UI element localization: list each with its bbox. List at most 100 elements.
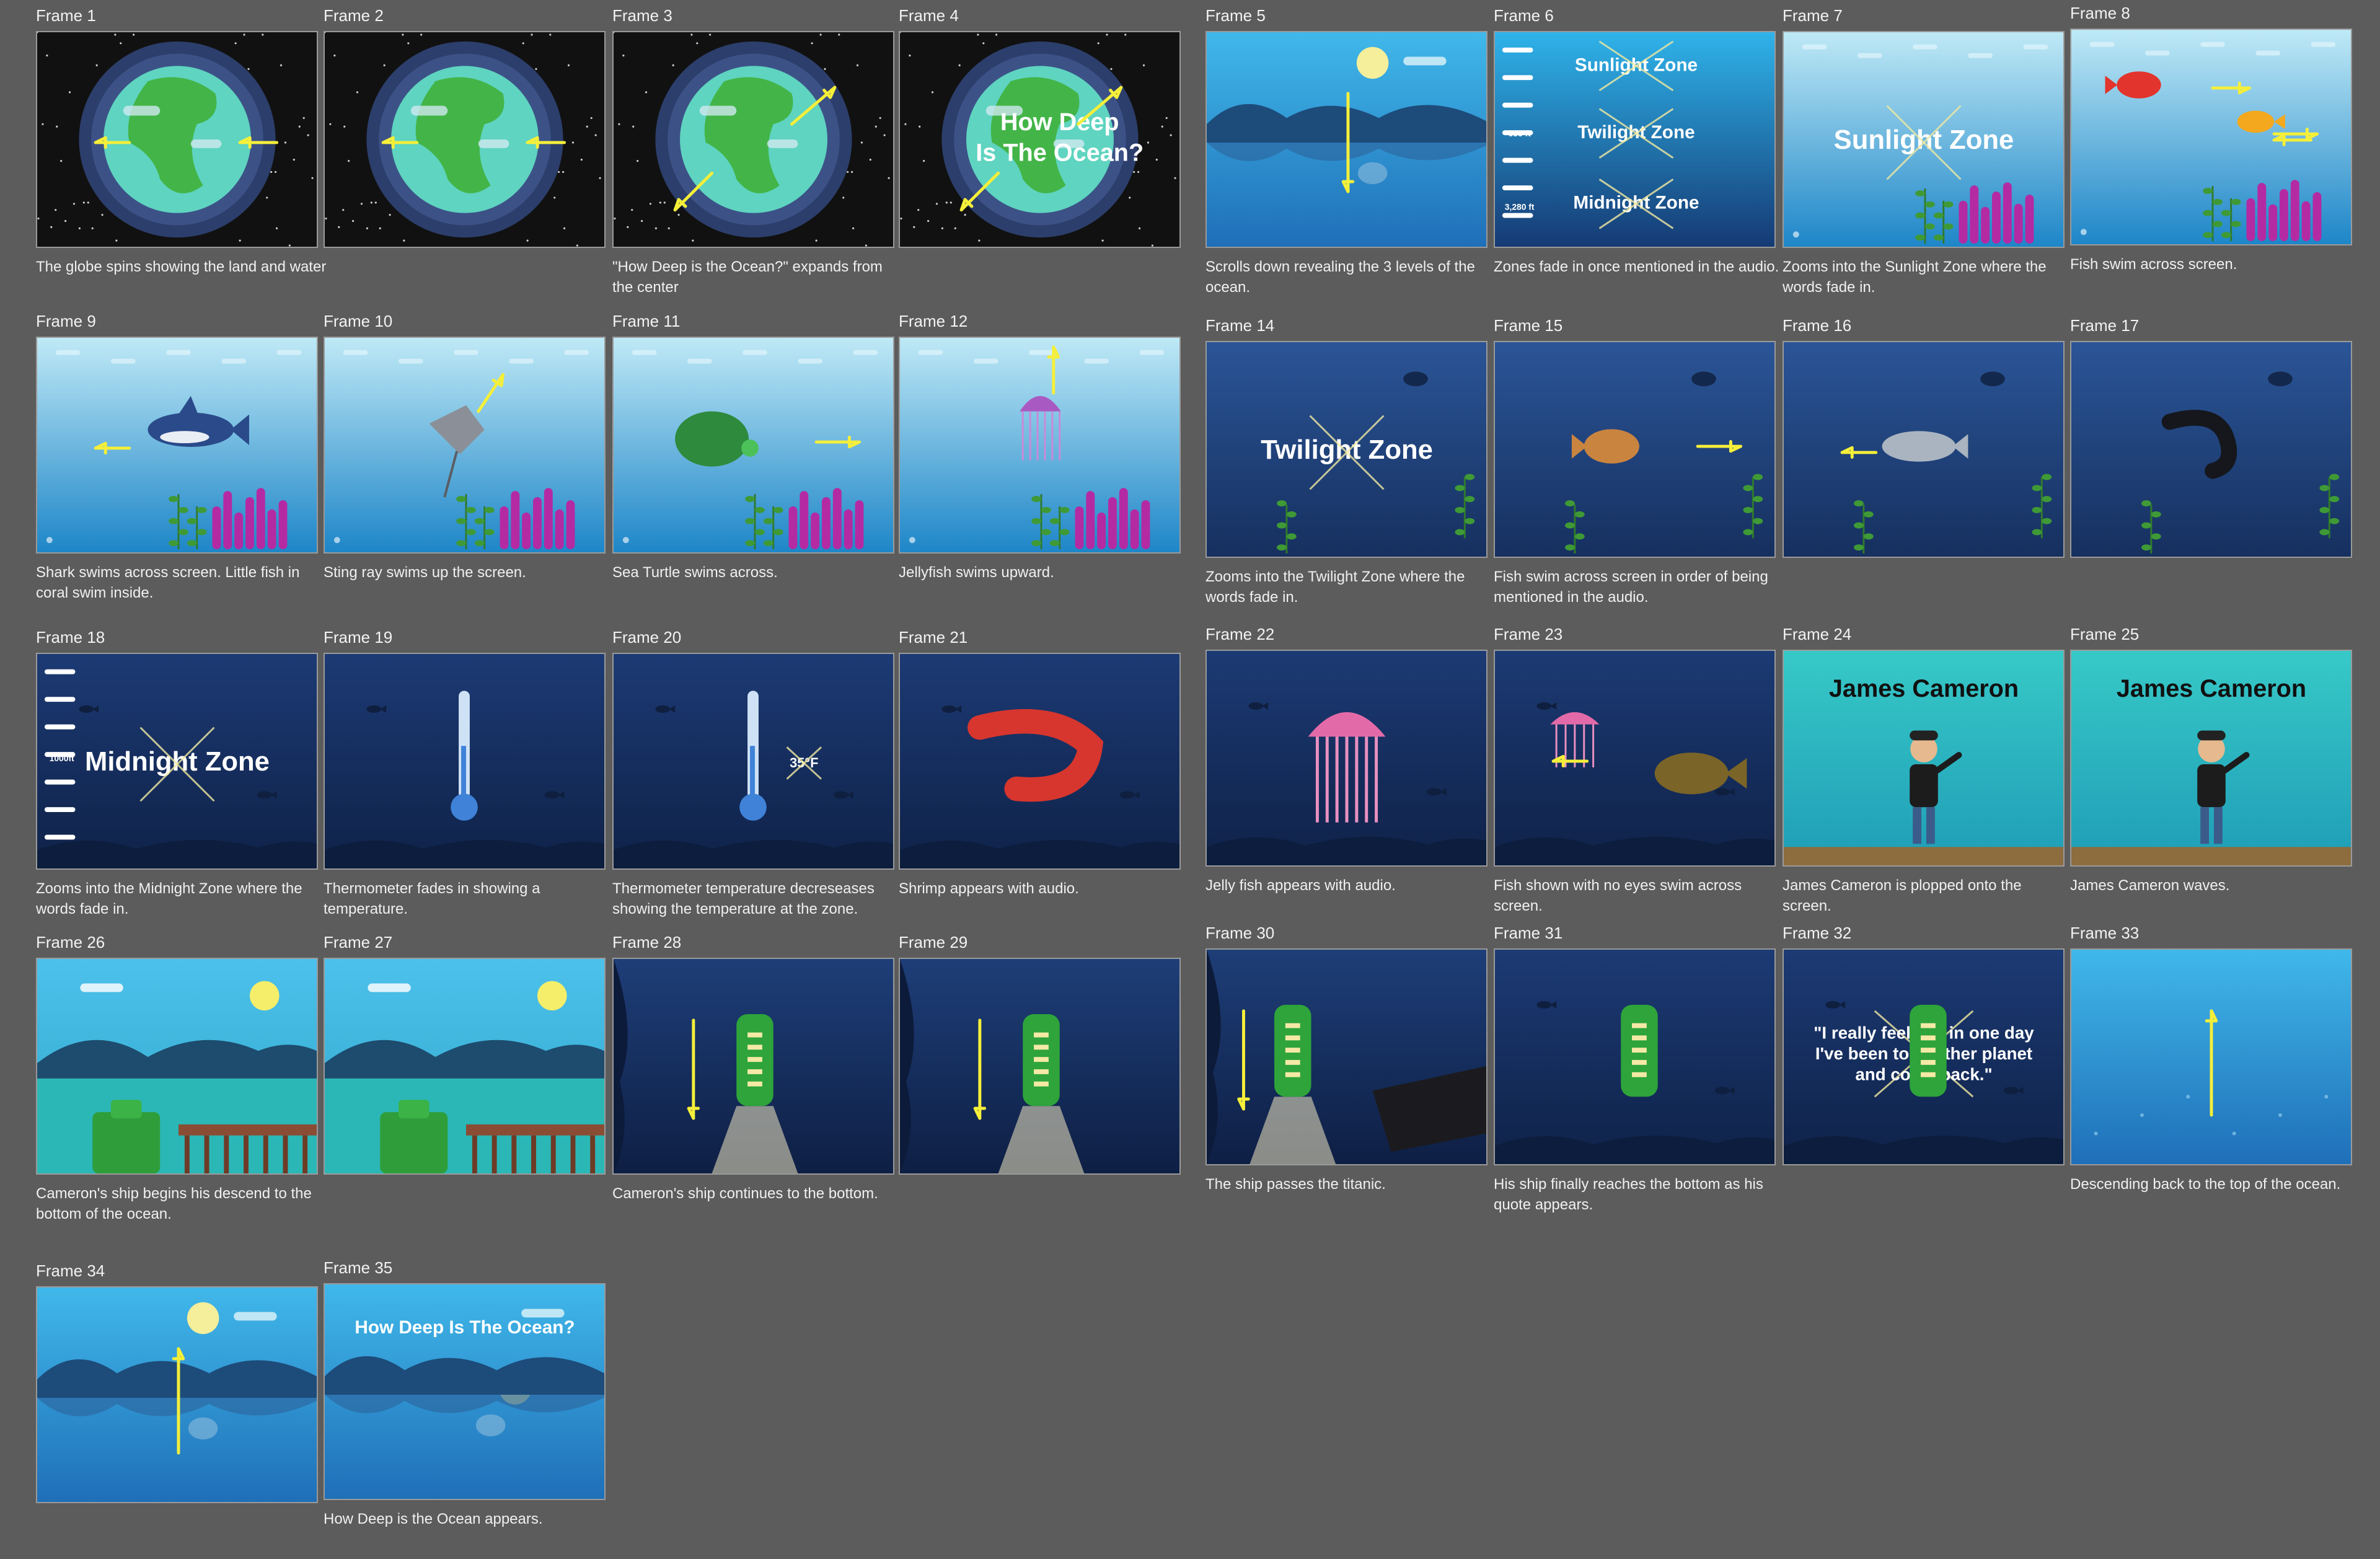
frame-thumbnail: "I really feel like in one dayI've been … xyxy=(1783,948,2065,1165)
frame-thumbnail xyxy=(612,958,894,1175)
storyboard-frame: Frame 28 Cameron's ship continues to the … xyxy=(612,933,904,1230)
storyboard-frame: Frame 1 The globe spins showing the land … xyxy=(36,6,327,304)
storyboard-frame: Frame 18 1000ft Midnight Zone Zooms into th… xyxy=(36,628,327,925)
frame-label: Frame 12 xyxy=(899,312,968,330)
frame-caption: Thermometer temperature decreseases show… xyxy=(612,880,875,917)
frame-label: Frame 1 xyxy=(36,6,96,25)
frame-label: Frame 5 xyxy=(1205,6,1266,25)
frame-thumbnail: Sunlight Zone Twilight Zone Midnight Zone 6… xyxy=(1494,31,1776,248)
depth-marker: 1000ft xyxy=(50,753,74,763)
frame-label: Frame 10 xyxy=(324,312,393,330)
frame-caption: Zooms into the Midnight Zone where the w… xyxy=(36,880,302,917)
storyboard-frame: Frame 27 xyxy=(324,933,615,1230)
storyboard-frame: Frame 32 "I really feel like in one dayI'… xyxy=(1783,924,2074,1221)
storyboard-frame: Frame 25 James Cameron James Cameron waves… xyxy=(2070,625,2361,922)
storyboard-frame: Frame 22 Jelly fish appears with audio. xyxy=(1205,625,1497,922)
frame-thumbnail: How Deep Is The Ocean? xyxy=(899,31,1181,248)
frame-caption: Jelly fish appears with audio. xyxy=(1205,877,1396,894)
depth-marker: 3,280 ft xyxy=(1505,202,1535,212)
overlay-title: Sunlight Zone xyxy=(1834,125,2014,155)
storyboard-frame: Frame 30 The ship passes the titanic. xyxy=(1205,924,1497,1221)
storyboard-frame: Frame 26 Cameron's ship begins his descen… xyxy=(36,933,327,1230)
frame-thumbnail: Twilight Zone xyxy=(1205,341,1488,558)
sun-icon xyxy=(249,981,280,1011)
overlay-title: How Deep Is The Ocean? xyxy=(355,1317,575,1338)
frame-label: Frame 15 xyxy=(1494,316,1563,335)
frame-label: Frame 3 xyxy=(612,6,672,25)
frame-thumbnail xyxy=(1494,341,1776,558)
frame-thumbnail xyxy=(1494,650,1776,867)
storyboard-frame: Frame 7 Sunlight Zone Zooms into the Sunli… xyxy=(1783,6,2074,304)
storyboard-frame: Frame 14 Twilight Zone Zooms into the Twil… xyxy=(1205,316,1497,614)
frame-caption: Sting ray swims up the screen. xyxy=(324,564,526,581)
frame-label: Frame 29 xyxy=(899,933,968,952)
storyboard-frame: Frame 5 Scrolls down revealing the 3 leve… xyxy=(1205,6,1497,304)
frame-label: Frame 23 xyxy=(1494,625,1563,643)
frame-thumbnail xyxy=(899,958,1181,1175)
frame-label: Frame 14 xyxy=(1205,316,1275,335)
frame-label: Frame 6 xyxy=(1494,6,1554,25)
frame-thumbnail: 1000ft Midnight Zone xyxy=(36,653,318,870)
frame-thumbnail xyxy=(899,653,1181,870)
frame-thumbnail: James Cameron xyxy=(1783,650,2065,867)
frame-label: Frame 8 xyxy=(2070,4,2130,22)
storyboard-frame: Frame 29 xyxy=(899,933,1190,1230)
overlay-title: James Cameron xyxy=(2117,675,2306,702)
frame-label: Frame 9 xyxy=(36,312,96,330)
storyboard-frame: Frame 6 Sunlight Zone Twilight Zone Midnigh… xyxy=(1494,6,1785,304)
storyboard-frame: Frame 23 Fish shown with no eyes swim acr… xyxy=(1494,625,1785,922)
frame-caption: Fish swim across screen. xyxy=(2070,256,2237,273)
frame-caption: Shark swims across screen. Little fish i… xyxy=(36,564,300,601)
storyboard-frame: Frame 3 "How Deep is the Ocean?" expands … xyxy=(612,6,904,304)
frame-label: Frame 7 xyxy=(1783,6,1843,25)
frame-thumbnail: 35°F xyxy=(612,653,894,870)
depth-marker: 656 ft xyxy=(1509,128,1532,138)
frame-label: Frame 26 xyxy=(36,933,105,952)
frame-label: Frame 25 xyxy=(2070,625,2140,643)
storyboard-frame: Frame 34 xyxy=(36,1261,327,1559)
frame-caption: Cameron's ship begins his descend to the… xyxy=(36,1185,312,1222)
frame-label: Frame 16 xyxy=(1783,316,1852,335)
storyboard-frame: Frame 2 xyxy=(324,6,615,304)
frame-thumbnail xyxy=(612,31,894,248)
frame-thumbnail xyxy=(36,958,318,1175)
frame-thumbnail xyxy=(1205,650,1488,867)
frame-caption: Sea Turtle swims across. xyxy=(612,564,778,581)
frame-thumbnail xyxy=(899,337,1181,554)
frame-label: Frame 11 xyxy=(612,312,681,330)
frame-caption: The globe spins showing the land and wat… xyxy=(36,258,327,275)
storyboard-frame: Frame 9 Shark swims across screen. Little… xyxy=(36,312,327,609)
frame-label: Frame 4 xyxy=(899,6,959,25)
frame-caption: Fish shown with no eyes swim across scre… xyxy=(1494,877,1742,914)
frame-thumbnail xyxy=(324,653,606,870)
storyboard-frame: Frame 10 Sting ray swims up the screen. xyxy=(324,312,615,609)
frame-thumbnail xyxy=(1205,31,1488,248)
frame-thumbnail xyxy=(1494,948,1776,1165)
storyboard-frame: Frame 33 Descending back to the top of th… xyxy=(2070,924,2361,1221)
frame-thumbnail xyxy=(1205,948,1488,1165)
storyboard-frame: Frame 12 Jellyfish swims upward. xyxy=(899,312,1190,609)
frame-caption: Descending back to the top of the ocean. xyxy=(2070,1176,2341,1193)
frame-label: Frame 33 xyxy=(2070,924,2140,942)
frame-thumbnail: How Deep Is The Ocean? xyxy=(324,1283,606,1500)
frame-caption: Fish swim across screen in order of bein… xyxy=(1494,568,1768,606)
frame-caption: How Deep is the Ocean appears. xyxy=(324,1511,543,1527)
frame-caption: James Cameron waves. xyxy=(2070,877,2230,894)
storyboard-board: Frame 1 The globe spins showing the land … xyxy=(0,0,2380,1552)
frame-thumbnail: James Cameron xyxy=(2070,650,2352,867)
storyboard-frame: Frame 8 Fish swim across screen. xyxy=(2070,4,2361,301)
sun-icon xyxy=(537,981,567,1011)
frame-thumbnail xyxy=(324,337,606,554)
frame-caption: James Cameron is plopped onto the screen… xyxy=(1783,877,2022,914)
frame-thumbnail xyxy=(2070,948,2352,1165)
storyboard-frame: Frame 24 James Cameron James Cameron is pl… xyxy=(1783,625,2074,922)
storyboard-frame: Frame 17 xyxy=(2070,316,2361,614)
storyboard-frame: Frame 19 Thermometer fades in showing a t… xyxy=(324,628,615,925)
frame-caption: Scrolls down revealing the 3 levels of t… xyxy=(1205,258,1475,296)
storyboard-frame: Frame 35 How Deep Is The Ocean? How Deep i… xyxy=(324,1258,615,1556)
frame-thumbnail xyxy=(612,337,894,554)
frame-caption: Zones fade in once mentioned in the audi… xyxy=(1494,258,1779,275)
storyboard-frame: Frame 11 Sea Turtle swims across. xyxy=(612,312,904,609)
frame-label: Frame 28 xyxy=(612,933,682,952)
storyboard-frame: Frame 20 35°F Thermometer temperature decr… xyxy=(612,628,904,925)
